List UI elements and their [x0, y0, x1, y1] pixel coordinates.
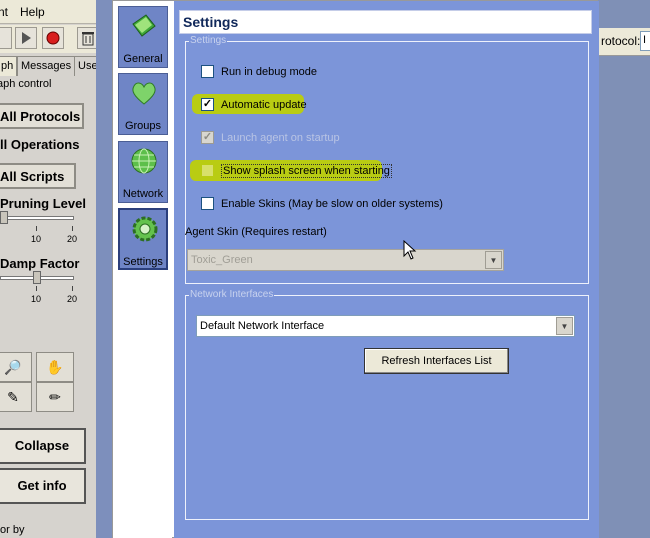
dialog-sidebar: General Groups Network Settings [113, 1, 172, 538]
tick-mark [72, 286, 73, 291]
record-button[interactable] [42, 27, 64, 49]
all-protocols-button[interactable]: All Protocols [0, 103, 84, 129]
pan-tool-button[interactable]: ✋ [36, 352, 74, 382]
background-window-right [597, 0, 650, 538]
play-button[interactable] [15, 27, 37, 49]
tick-label-10: 10 [31, 294, 42, 304]
settings-dialog: General Groups Network Settings Settings… [112, 0, 599, 538]
launch-on-startup-label: Launch agent on startup [221, 132, 340, 144]
all-operations-button[interactable]: ll Operations [0, 133, 88, 159]
wand-icon: ✎ [7, 389, 19, 405]
collapse-button[interactable]: Collapse [0, 428, 86, 464]
pick-tool-button[interactable]: ✎ [0, 382, 32, 412]
play-icon [22, 32, 31, 44]
settings-group-title: Settings [189, 35, 228, 46]
network-interface-select[interactable]: Default Network Interface ▼ [196, 315, 575, 337]
menu-item-help[interactable]: Help [20, 5, 45, 19]
tab-messages[interactable]: Messages [17, 56, 76, 76]
tick-label-10: 10 [31, 234, 42, 244]
agent-skin-value: Toxic_Green [191, 254, 253, 266]
tick-mark [36, 226, 37, 231]
settings-group: Settings Run in debug mode ✓ Automatic u… [185, 35, 589, 284]
sort-by-label: or by [0, 524, 25, 536]
menu-item-partial[interactable]: nt [0, 5, 8, 19]
debug-mode-checkbox[interactable] [201, 65, 214, 78]
debug-mode-label: Run in debug mode [221, 66, 318, 78]
nav-settings[interactable]: Settings [118, 208, 168, 270]
nav-network-label: Network [122, 188, 164, 200]
damp-factor-label: Damp Factor [0, 256, 80, 271]
nav-groups-label: Groups [124, 120, 162, 132]
refresh-interfaces-button[interactable]: Refresh Interfaces List [364, 348, 509, 374]
tick-mark [72, 226, 73, 231]
nav-general[interactable]: General [118, 6, 168, 68]
pen-icon: ✏ [49, 389, 61, 405]
trash-icon [82, 32, 94, 46]
tick-label-20: 20 [67, 294, 78, 304]
nav-groups[interactable]: Groups [118, 73, 168, 135]
window-background-strip [96, 0, 112, 538]
nav-network[interactable]: Network [118, 141, 168, 203]
heart-icon [132, 82, 156, 105]
chevron-down-icon[interactable]: ▼ [556, 317, 573, 335]
globe-icon [131, 148, 157, 174]
hand-icon: ✋ [46, 359, 64, 375]
all-scripts-button[interactable]: All Scripts [0, 163, 76, 189]
pruning-level-slider[interactable] [0, 216, 74, 220]
splash-screen-checkbox[interactable] [201, 164, 214, 177]
tick-mark [36, 286, 37, 291]
zoom-tool-button[interactable]: 🔎 [0, 352, 32, 382]
splash-screen-label: Show splash screen when starting [221, 164, 392, 178]
page-title: Settings [183, 14, 239, 30]
chevron-down-icon: ▼ [485, 251, 502, 269]
tick-label-20: 20 [67, 234, 78, 244]
damp-slider-knob[interactable] [33, 271, 41, 284]
nav-settings-label: Settings [123, 256, 163, 268]
settings-content: Settings Settings Run in debug mode ✓ Au… [174, 1, 599, 538]
graph-control-panel: aph control All Protocols ll Operations … [0, 76, 100, 538]
book-icon [132, 14, 156, 37]
network-interface-value: Default Network Interface [200, 320, 325, 332]
marker-tool-button[interactable]: ✏ [36, 382, 74, 412]
network-group-title: Network Interfaces [189, 289, 275, 300]
tab-graph[interactable]: ph [0, 56, 18, 76]
agent-skin-label: Agent Skin (Requires restart) [185, 226, 327, 238]
protocol-label: rotocol: [601, 34, 641, 48]
background-app-window: nt Help ph Messages User S aph control A… [0, 0, 112, 538]
nav-general-label: General [123, 53, 163, 65]
protocol-combo[interactable]: I [640, 31, 650, 51]
record-icon [46, 31, 60, 45]
gear-icon [132, 216, 158, 242]
pruning-level-label: Pruning Level [0, 196, 86, 211]
panel-header: aph control [0, 78, 52, 90]
automatic-update-label: Automatic update [221, 99, 307, 111]
enable-skins-checkbox[interactable] [201, 197, 214, 210]
launch-on-startup-checkbox: ✓ [201, 131, 214, 144]
mouse-cursor-icon [403, 240, 417, 260]
agent-skin-select: Toxic_Green ▼ [187, 249, 504, 271]
automatic-update-checkbox[interactable]: ✓ [201, 98, 214, 111]
enable-skins-label: Enable Skins (May be slow on older syste… [221, 198, 443, 210]
settings-header: Settings [179, 10, 592, 34]
toolbar-button-partial[interactable] [0, 27, 12, 49]
pruning-slider-knob[interactable] [0, 211, 8, 224]
magnifier-icon: 🔎 [4, 359, 22, 375]
get-info-button[interactable]: Get info [0, 468, 86, 504]
